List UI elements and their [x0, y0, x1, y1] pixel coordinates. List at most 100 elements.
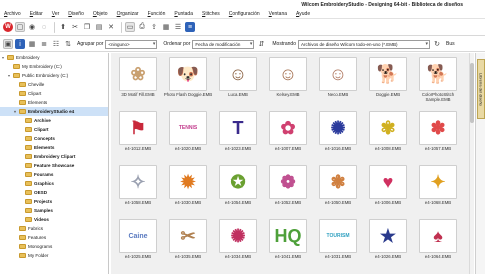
tree-item[interactable]: ▾ Embroidery — [0, 53, 108, 62]
design-tile[interactable]: ❁ e4-1052.EMB — [263, 162, 313, 209]
view-design-icon[interactable]: ◌ — [39, 22, 49, 32]
tree-item[interactable]: Fabrics — [0, 224, 108, 233]
design-thumbnail[interactable]: ✽ — [419, 111, 457, 145]
design-tile[interactable]: 🐕 ColorPhotoStitch Sample.EMB — [413, 54, 463, 102]
design-thumbnail[interactable]: ♥ — [369, 165, 407, 199]
tree-item[interactable]: Elements — [0, 143, 108, 152]
design-tile[interactable]: TOURISM e4-1031.EMB — [313, 216, 363, 263]
info-icon[interactable]: i — [15, 39, 25, 49]
design-thumbnail[interactable]: ✺ — [219, 219, 257, 253]
design-tile[interactable]: ☺ Neco.EMB — [313, 54, 363, 101]
filetype-select[interactable]: Archivos de diseño Wilcom todo-en-uno (*… — [298, 39, 430, 49]
design-tile[interactable]: ✂ e4-1035.EMB — [163, 216, 213, 263]
print-icon[interactable]: ⎙ — [137, 22, 147, 32]
tree-item[interactable]: Archive — [0, 116, 108, 125]
menu-item-objeto[interactable]: Objeto — [93, 11, 108, 17]
design-thumbnail[interactable]: ☺ — [269, 57, 307, 91]
tree-item[interactable]: Features — [0, 233, 108, 242]
design-thumbnail[interactable]: ✂ — [169, 219, 207, 253]
sort-direction-icon[interactable]: ⇵ — [256, 39, 266, 49]
design-tile[interactable]: ✺ e4-1034.EMB — [213, 216, 263, 263]
tree-item[interactable]: Clipart — [0, 89, 108, 98]
design-tile[interactable]: ✦ e4-1068.EMB — [413, 162, 463, 209]
tree-item[interactable]: Videos — [0, 215, 108, 224]
sortby-select[interactable]: Fecha de modificación — [192, 39, 255, 49]
design-tile[interactable]: ♠ e4-1064.EMB — [413, 216, 463, 263]
design-thumbnail[interactable]: T — [219, 111, 257, 145]
folder-up-icon[interactable]: ⬆ — [58, 22, 68, 32]
thumbnail-view-icon[interactable]: ▦ — [27, 39, 37, 49]
tree-item[interactable]: ▾ Public Embroidery (C:) — [0, 71, 108, 80]
design-tile[interactable]: HQ e4-1041.EMB — [263, 216, 313, 263]
design-thumbnail[interactable]: ☺ — [219, 57, 257, 91]
design-thumbnail[interactable]: ✦ — [419, 165, 457, 199]
design-thumbnail[interactable]: ❃ — [319, 165, 357, 199]
design-thumbnail[interactable]: ☺ — [319, 57, 357, 91]
list-icon[interactable]: ≣ — [39, 39, 49, 49]
menu-item-funci-n[interactable]: Función — [148, 11, 166, 17]
design-tile[interactable]: ✹ e4-1030.EMB — [163, 162, 213, 209]
groupby-select[interactable]: <ninguno> — [105, 39, 158, 49]
vertical-scrollbar[interactable] — [469, 53, 474, 274]
design-thumbnail[interactable]: ✹ — [169, 165, 207, 199]
copy-icon[interactable]: ❐ — [82, 22, 92, 32]
design-tile[interactable]: ✧ e4-1058.EMB — [113, 162, 163, 209]
design-thumbnail[interactable]: ❁ — [269, 165, 307, 199]
menu-item-stitches[interactable]: Stitches — [202, 11, 220, 17]
design-thumbnail[interactable]: ✪ — [219, 165, 257, 199]
tree-item[interactable]: ▾ EmbroideryStudio e4 — [0, 107, 108, 116]
design-tile[interactable]: ❀ 3D Motif Fill.EMB — [113, 54, 163, 101]
design-tile[interactable]: 🐕 Doggie.EMB — [363, 54, 413, 101]
design-tile[interactable]: ❃ e4-1050.EMB — [313, 162, 363, 209]
sort-icon[interactable]: ⇅ — [63, 39, 73, 49]
design-thumbnail[interactable]: 🐶 — [169, 57, 207, 91]
design-thumbnail[interactable]: ✧ — [119, 165, 157, 199]
tree-item[interactable]: Clipart — [0, 125, 108, 134]
tree-item[interactable]: Embroidery Clipart — [0, 152, 108, 161]
new-design-icon[interactable]: ▢ — [15, 22, 25, 32]
menu-item-ayude[interactable]: Ayude — [296, 11, 310, 17]
tree-item[interactable]: Graphics — [0, 179, 108, 188]
design-thumbnail[interactable]: TOURISM — [319, 219, 357, 253]
design-thumbnail[interactable]: ⚑ — [119, 111, 157, 145]
design-thumbnail[interactable]: ❀ — [119, 57, 157, 91]
tree-item[interactable]: Elements — [0, 98, 108, 107]
menu-item-ver[interactable]: Ver — [52, 11, 60, 17]
design-thumbnail[interactable]: ✺ — [319, 111, 357, 145]
design-thumbnail[interactable]: HQ — [269, 219, 307, 253]
design-thumbnail[interactable]: TENNIS — [169, 111, 207, 145]
design-tile[interactable]: ✿ e4-1007.EMB — [263, 108, 313, 155]
design-tile[interactable]: Te4-1023.EMB — [213, 108, 263, 155]
scrollbar-thumb[interactable] — [470, 63, 474, 123]
grid-view-icon[interactable]: ▦ — [161, 22, 171, 32]
menu-item-organizar[interactable]: Organizar — [117, 11, 139, 17]
wilcom-logo-icon[interactable]: W — [3, 22, 13, 32]
design-tile[interactable]: ⚑ e4-1012.EMB — [113, 108, 163, 155]
export-icon[interactable]: ⇪ — [149, 22, 159, 32]
design-tile[interactable]: ✪ e4-1054.EMB — [213, 162, 263, 209]
design-tile[interactable]: ☺ Luca.EMB — [213, 54, 263, 101]
design-thumbnail[interactable]: ✾ — [369, 111, 407, 145]
cut-icon[interactable]: ✂ — [70, 22, 80, 32]
design-tile[interactable]: ☺ Kelsey.EMB — [263, 54, 313, 101]
tree-item[interactable]: Feature Showcase — [0, 161, 108, 170]
details-view-icon[interactable]: ≡ — [185, 22, 195, 32]
menu-item-archivo[interactable]: Archivo — [4, 11, 21, 17]
tree-item[interactable]: Concepts — [0, 134, 108, 143]
refresh-icon[interactable]: ↻ — [432, 39, 442, 49]
panel-toggle-icon[interactable]: ▣ — [3, 39, 13, 49]
delete-icon[interactable]: ✕ — [106, 22, 116, 32]
tree-item[interactable]: Projects — [0, 197, 108, 206]
list-view-icon[interactable]: ☰ — [173, 22, 183, 32]
design-tile[interactable]: 🐶 Photo Flash Doggie.EMB — [163, 54, 213, 101]
tree-item[interactable]: Cheville — [0, 80, 108, 89]
design-tile[interactable]: ✽ e4-1057.EMB — [413, 108, 463, 155]
open-design-icon[interactable]: ◉ — [27, 22, 37, 32]
tree-item[interactable]: OESD — [0, 188, 108, 197]
menu-item-dise-o[interactable]: Diseño — [68, 11, 84, 17]
menu-item-ventana[interactable]: Ventana — [269, 11, 287, 17]
design-tile[interactable]: ★ e4-1026.EMB — [363, 216, 413, 263]
design-tile[interactable]: ✾ e4-1008.EMB — [363, 108, 413, 155]
save-icon[interactable]: ▭ — [125, 22, 135, 32]
design-tile[interactable]: Caine e4-1025.EMB — [113, 216, 163, 263]
